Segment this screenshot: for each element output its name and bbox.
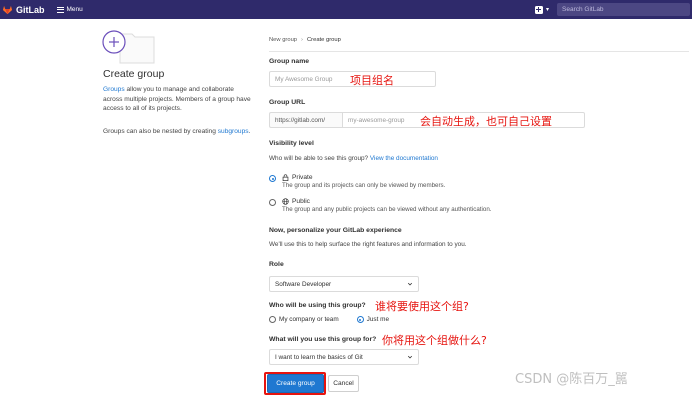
group-name-placeholder: My Awesome Group <box>275 75 333 83</box>
groups-description: Groups allow you to manage and collabora… <box>103 85 253 114</box>
chevron-down-icon: ▾ <box>545 7 549 13</box>
menu-button[interactable]: Menu <box>56 6 83 13</box>
chevron-down-icon <box>407 282 413 286</box>
purpose-select[interactable]: I want to learn the basics of Git <box>269 349 419 365</box>
watermark: CSDN @陈百万_嚚 <box>515 372 628 387</box>
menu-label: Menu <box>66 6 83 13</box>
globe-icon <box>282 198 289 205</box>
chevron-down-icon <box>407 355 413 359</box>
private-title-text: Private <box>292 174 313 181</box>
groups-link[interactable]: Groups <box>103 86 125 93</box>
role-select-value: Software Developer <box>275 280 332 288</box>
group-url-prefix-text: https://gitlab.com/ <box>275 116 326 124</box>
brand-name: GitLab <box>16 4 45 15</box>
company-radio[interactable] <box>269 316 276 323</box>
private-radio[interactable] <box>269 175 276 182</box>
who-option-me-label: Just me <box>366 316 390 323</box>
left-title: Create group <box>103 68 165 80</box>
annotation-what: 你将用这个组做什么? <box>382 334 487 347</box>
public-option-body: Public The group and any public projects… <box>282 198 491 213</box>
private-title: Private <box>282 174 445 181</box>
hamburger-icon <box>56 6 64 13</box>
public-radio[interactable] <box>269 199 276 206</box>
search-placeholder: Search GitLab <box>562 6 604 13</box>
just-me-radio[interactable] <box>356 316 364 323</box>
private-option-body: Private The group and its projects can o… <box>282 174 445 189</box>
private-description: The group and its projects can only be v… <box>282 182 446 189</box>
what-label: What will you use this group for? <box>269 336 377 343</box>
purpose-select-value: I want to learn the basics of Git <box>275 353 363 361</box>
subgroups-end: . <box>248 128 251 135</box>
groups-description-text: allow you to manage and collaborate acro… <box>103 86 251 112</box>
group-url-prefix: https://gitlab.com/ <box>269 112 342 128</box>
public-title: Public <box>282 198 491 205</box>
breadcrumb-parent[interactable]: New group <box>269 37 297 43</box>
public-title-text: Public <box>292 198 310 205</box>
visibility-help-text: Who will be able to see this group? <box>269 155 370 162</box>
annotation-group-name: 项目组名 <box>350 74 394 87</box>
gitlab-logo[interactable]: GitLab <box>2 4 45 15</box>
gitlab-fox-icon <box>2 5 13 15</box>
personalize-label: Now, personalize your GitLab experience <box>269 227 402 234</box>
visibility-public-option[interactable]: Public The group and any public projects… <box>269 198 491 213</box>
subgroups-link[interactable]: subgroups <box>218 128 249 135</box>
plus-square-icon <box>534 5 543 14</box>
who-option-company-label: My company or team <box>279 316 339 323</box>
breadcrumb: New group › Create group <box>269 37 341 43</box>
subgroups-description: Groups can also be nested by creating su… <box>103 127 253 137</box>
breadcrumb-current: Create group <box>306 37 341 43</box>
who-options: My company or team Just me <box>269 316 407 323</box>
breadcrumb-separator-icon: › <box>301 37 303 43</box>
public-description: The group and any public projects can be… <box>282 206 492 213</box>
annotation-group-url: 会自动生成，也可自己设置 <box>420 115 552 128</box>
subgroups-text: Groups can also be nested by creating <box>103 128 218 135</box>
lock-icon <box>282 174 289 181</box>
visibility-docs-link[interactable]: View the documentation <box>370 155 438 162</box>
new-item-dropdown[interactable]: ▾ <box>534 5 549 14</box>
annotation-who: 谁将要使用这个组? <box>375 300 469 313</box>
visibility-label: Visibility level <box>269 140 314 147</box>
who-label: Who will be using this group? <box>269 302 366 309</box>
breadcrumb-divider <box>269 51 689 52</box>
role-label: Role <box>269 261 284 268</box>
group-url-label: Group URL <box>269 99 306 106</box>
navbar-right: ▾ Search GitLab <box>534 0 692 19</box>
visibility-private-option[interactable]: Private The group and its projects can o… <box>269 174 445 189</box>
search-input[interactable]: Search GitLab <box>557 3 690 16</box>
top-navbar: GitLab Menu ▾ Search GitLab <box>0 0 692 19</box>
group-name-label: Group name <box>269 58 310 65</box>
personalize-help: We'll use this to help surface the right… <box>269 241 467 248</box>
visibility-help: Who will be able to see this group? View… <box>269 155 438 162</box>
who-option-me[interactable]: Just me <box>356 316 390 323</box>
role-select[interactable]: Software Developer <box>269 276 419 292</box>
who-option-company[interactable]: My company or team <box>269 316 339 323</box>
cancel-button[interactable]: Cancel <box>328 375 359 392</box>
group-url-placeholder: my-awesome-group <box>348 116 405 124</box>
create-button-highlight <box>264 372 326 395</box>
group-illustration-icon <box>102 30 155 64</box>
